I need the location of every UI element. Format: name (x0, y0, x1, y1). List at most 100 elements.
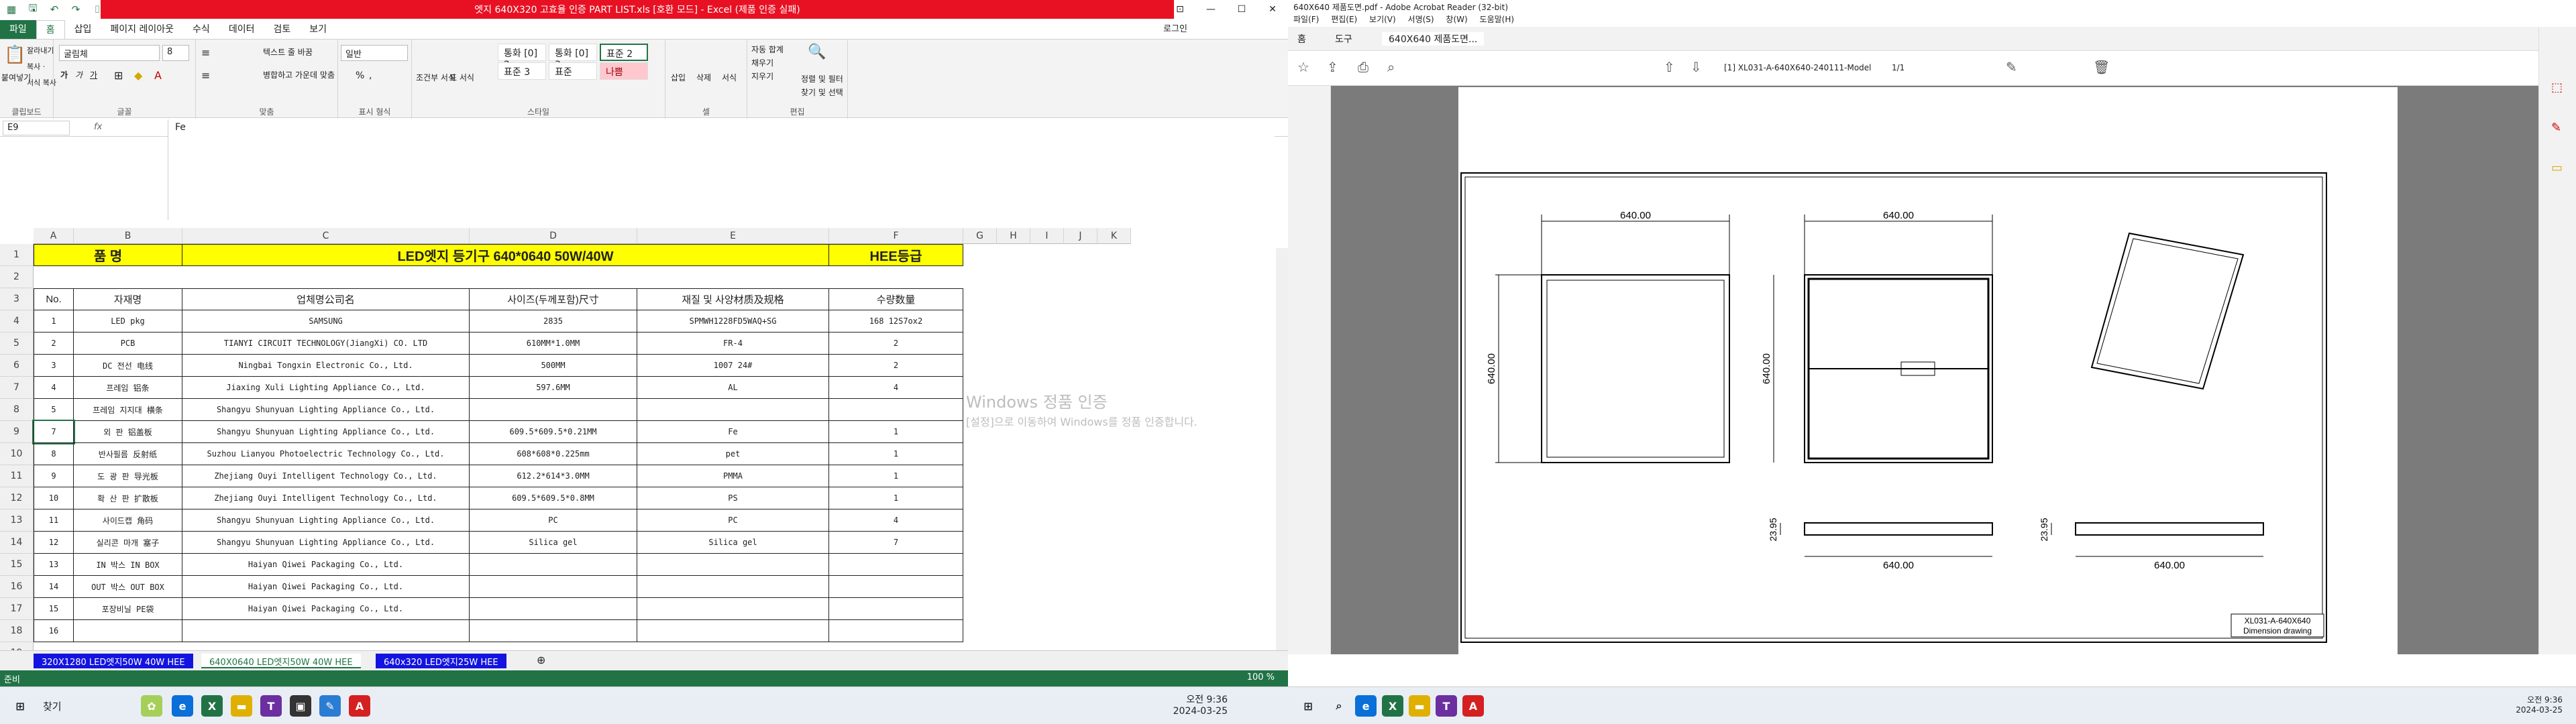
menu-window[interactable]: 창(W) (1446, 15, 1467, 24)
percent-button[interactable]: % (356, 70, 364, 81)
table-cell[interactable]: 2 (829, 333, 963, 355)
table-cell[interactable]: 597.6MM (470, 377, 637, 399)
table-cell[interactable]: PCB (74, 333, 182, 355)
delete-icon[interactable]: 🗑 (2093, 59, 2110, 75)
table-cell[interactable]: 프레임 지지대 横条 (74, 399, 182, 421)
table-cell[interactable]: 2 (829, 355, 963, 377)
table-cell[interactable]: 1 (829, 487, 963, 509)
tab-view[interactable]: 보기 (300, 20, 336, 39)
table-cell[interactable]: AL (637, 377, 829, 399)
table-cell[interactable]: 사이드캡 角码 (74, 509, 182, 532)
table-cell[interactable] (470, 576, 637, 598)
insert-cells-button[interactable]: 삽입 (671, 72, 686, 83)
explorer-icon-2[interactable]: ▬ (1409, 695, 1430, 717)
row-header[interactable]: 17 (0, 598, 34, 620)
format-painter-button[interactable]: 서식 복사 (27, 77, 56, 88)
table-cell[interactable]: 포장비닐 PE袋 (74, 598, 182, 620)
table-cell[interactable]: Suzhou Lianyou Photoelectric Technology … (182, 443, 470, 465)
formula-input[interactable]: Fe (168, 119, 1275, 220)
comment-icon[interactable]: ✎ (2006, 59, 2017, 75)
table-cell[interactable] (637, 598, 829, 620)
notepad-icon[interactable]: ✎ (319, 695, 341, 717)
name-box[interactable]: E9 (3, 121, 70, 135)
italic-button[interactable]: 가 (75, 69, 83, 80)
column-header[interactable]: G (963, 228, 997, 244)
minimize-button[interactable]: — (1195, 0, 1226, 19)
table-cell[interactable]: 8 (34, 443, 74, 465)
row-header[interactable]: 19 (0, 642, 34, 650)
row-header[interactable]: 9 (0, 421, 34, 443)
table-cell[interactable]: PS (637, 487, 829, 509)
table-cell[interactable] (829, 576, 963, 598)
style-normal-2[interactable]: 표준 2 (600, 44, 648, 61)
table-cell[interactable]: 15 (34, 598, 74, 620)
wrap-text-button[interactable]: 텍스트 줄 바꿈 (263, 46, 313, 58)
table-cell[interactable]: 4 (34, 377, 74, 399)
table-cell[interactable]: 609.5*609.5*0.21MM (470, 421, 637, 443)
tab-review[interactable]: 검토 (264, 20, 300, 39)
delete-cells-button[interactable]: 삭제 (696, 72, 711, 83)
table-cell[interactable]: PC (637, 509, 829, 532)
table-cell[interactable]: Haiyan Qiwei Packaging Co., Ltd. (182, 576, 470, 598)
table-cell[interactable]: 609.5*609.5*0.8MM (470, 487, 637, 509)
table-cell[interactable]: TIANYI CIRCUIT TECHNOLOGY(JiangXi) CO. L… (182, 333, 470, 355)
tab-tools[interactable]: 도구 (1335, 32, 1352, 46)
format-cells-button[interactable]: 서식 (722, 72, 737, 83)
explorer-icon[interactable]: ▬ (231, 695, 252, 717)
table-cell[interactable]: Jiaxing Xuli Lighting Appliance Co., Ltd… (182, 377, 470, 399)
underline-button[interactable]: 가 (90, 69, 97, 80)
row-header[interactable]: 16 (0, 576, 34, 598)
table-cell[interactable]: 7 (829, 532, 963, 554)
table-cell[interactable]: 외 판 铝盖板 (74, 421, 182, 443)
print-icon[interactable]: ⎙ (1358, 59, 1368, 75)
style-bad[interactable]: 나쁨 (600, 62, 648, 80)
sheet-tab-1[interactable]: 320X1280 LED엣지50W 40W HEE (34, 654, 193, 668)
style-currency-0-2[interactable]: 통화 [0] 2 (498, 44, 546, 70)
menu-help[interactable]: 도움말(H) (1480, 15, 1515, 24)
column-header[interactable]: F (829, 228, 963, 244)
upload-icon[interactable]: ⇪ (1327, 59, 1338, 75)
font-size-select[interactable]: 8 (162, 45, 189, 61)
document-area[interactable]: 640.00 640.00 640.00 640.00 23.95 640.00… (1331, 86, 2538, 654)
taskbar-search[interactable]: 찾기 (40, 697, 121, 715)
table-cell[interactable]: 5 (34, 399, 74, 421)
table-cell[interactable]: 2 (34, 333, 74, 355)
table-cell[interactable] (470, 620, 637, 642)
row-header[interactable]: 2 (0, 266, 34, 288)
row-header[interactable]: 6 (0, 355, 34, 377)
teams-icon[interactable]: T (260, 695, 282, 717)
table-cell[interactable]: PMMA (637, 465, 829, 487)
align-left-icon[interactable]: ≡ (201, 69, 210, 82)
search-icon[interactable]: ⌕ (1387, 59, 1395, 75)
comma-button[interactable]: , (369, 70, 372, 81)
table-cell[interactable]: Shangyu Shunyuan Lighting Appliance Co.,… (182, 421, 470, 443)
table-cell[interactable]: Haiyan Qiwei Packaging Co., Ltd. (182, 598, 470, 620)
edge-icon-2[interactable]: e (1355, 695, 1377, 717)
ribbon-display-icon[interactable]: ⊡ (1165, 0, 1195, 19)
table-cell[interactable] (470, 554, 637, 576)
table-cell[interactable]: 1 (34, 310, 74, 333)
table-cell[interactable]: 1 (829, 465, 963, 487)
table-cell[interactable]: OUT 박스 OUT BOX (74, 576, 182, 598)
table-cell[interactable]: pet (637, 443, 829, 465)
find-select-button[interactable]: 찾기 및 선택 (801, 86, 843, 98)
table-cell[interactable]: 1 (829, 443, 963, 465)
comment-tool-icon[interactable]: ▭ (2551, 161, 2563, 175)
login-link[interactable]: 로그인 (1163, 21, 1187, 34)
row-header[interactable]: 18 (0, 620, 34, 642)
table-cell[interactable]: 1 (829, 421, 963, 443)
edge-icon[interactable]: e (172, 695, 193, 717)
clear-button[interactable]: 지우기 (751, 70, 773, 82)
table-cell[interactable]: 10 (34, 487, 74, 509)
table-cell[interactable]: DC 전선 电线 (74, 355, 182, 377)
row-header[interactable]: 14 (0, 532, 34, 554)
redo-icon[interactable]: ↷ (68, 3, 83, 15)
table-cell[interactable]: 168 12S7ox2 (829, 310, 963, 333)
start-icon-2[interactable]: ⊞ (1297, 695, 1319, 717)
excel-taskbar-icon[interactable]: X (201, 695, 223, 717)
tab-data[interactable]: 데이터 (219, 20, 264, 39)
menu-sign[interactable]: 서명(S) (1408, 15, 1434, 24)
table-cell[interactable]: FR-4 (637, 333, 829, 355)
column-header[interactable]: I (1030, 228, 1064, 244)
style-currency-0-3[interactable]: 통화 [0] 3 (549, 44, 597, 70)
